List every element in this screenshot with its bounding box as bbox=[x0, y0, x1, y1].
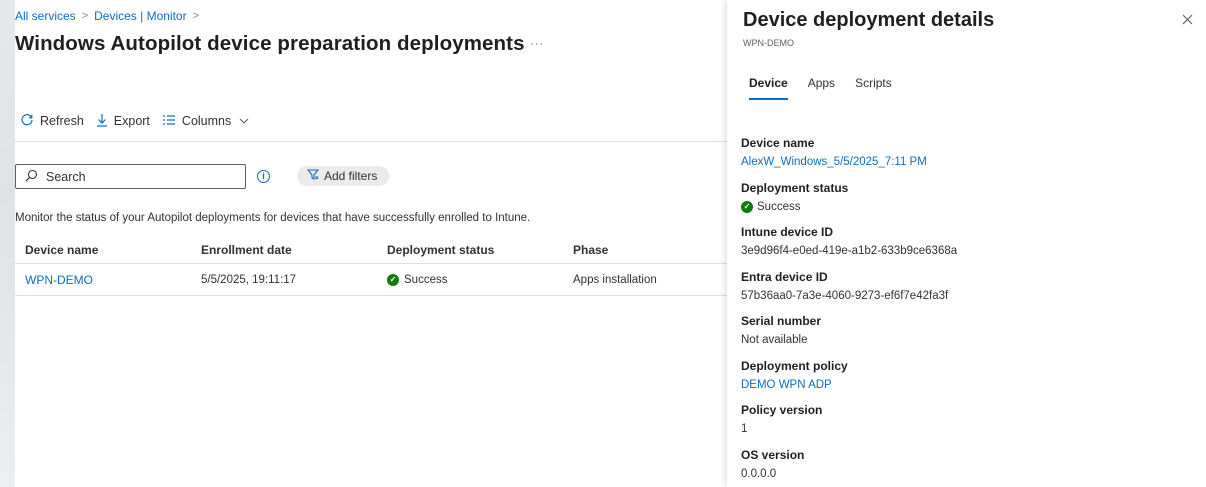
column-header-deployment-status[interactable]: Deployment status bbox=[387, 243, 573, 257]
field-label-serial-number: Serial number bbox=[741, 314, 822, 328]
column-header-device-name[interactable]: Device name bbox=[15, 243, 201, 257]
deployment-status-text: Success bbox=[404, 273, 448, 286]
page-title: Windows Autopilot device preparation dep… bbox=[15, 32, 525, 55]
column-header-enrollment-date[interactable]: Enrollment date bbox=[201, 243, 387, 257]
phase-cell: Apps installation bbox=[573, 273, 657, 286]
chevron-right-icon: > bbox=[81, 10, 89, 22]
refresh-icon bbox=[20, 113, 34, 129]
field-label-entra-device-id: Entra device ID bbox=[741, 269, 828, 284]
search-input[interactable]: Search bbox=[15, 164, 246, 189]
enrollment-date-cell: 5/5/2025, 19:11:17 bbox=[201, 273, 297, 286]
export-label: Export bbox=[113, 114, 150, 128]
breadcrumb-devices-monitor[interactable]: Devices | Monitor bbox=[94, 9, 186, 23]
refresh-button[interactable]: Refresh bbox=[20, 113, 84, 129]
divider bbox=[15, 141, 727, 142]
tab-device[interactable]: Device bbox=[749, 76, 788, 100]
columns-button[interactable]: Columns bbox=[162, 114, 249, 128]
tab-scripts[interactable]: Scripts bbox=[855, 76, 892, 100]
close-icon[interactable] bbox=[1182, 12, 1193, 30]
chevron-down-icon bbox=[239, 116, 249, 127]
field-label-deployment-policy: Deployment policy bbox=[741, 358, 848, 373]
description-text: Monitor the status of your Autopilot dep… bbox=[15, 212, 531, 224]
panel-subtitle: WPN-DEMO bbox=[743, 38, 794, 48]
field-value-device-name[interactable]: AlexW_Windows_5/5/2025_7:11 PM bbox=[741, 151, 1181, 181]
device-details: Device name AlexW_Windows_5/5/2025_7:11 … bbox=[741, 136, 1181, 487]
field-value-serial-number: Not available bbox=[741, 334, 808, 346]
add-filters-label: Add filters bbox=[324, 169, 378, 183]
search-icon bbox=[25, 169, 38, 185]
field-label-os-version: OS version bbox=[741, 447, 805, 462]
columns-label: Columns bbox=[181, 114, 232, 128]
field-label-intune-device-id: Intune device ID bbox=[741, 225, 834, 239]
search-placeholder: Search bbox=[46, 169, 86, 184]
field-label-device-name: Device name bbox=[741, 136, 815, 150]
details-panel: Device deployment details WPN-DEMO Devic… bbox=[727, 0, 1206, 487]
field-value-intune-device-id: 3e9d96f4-e0ed-419e-a1b2-633b9ce6368a bbox=[741, 245, 958, 257]
chevron-right-icon: > bbox=[192, 10, 200, 22]
field-label-policy-version: Policy version bbox=[741, 403, 823, 417]
export-button[interactable]: Export bbox=[96, 113, 150, 129]
add-filters-button[interactable]: Add filters bbox=[297, 166, 390, 186]
table-header: Device name Enrollment date Deployment s… bbox=[15, 237, 727, 264]
panel-title: Device deployment details bbox=[743, 9, 995, 31]
more-options-icon[interactable]: ··· bbox=[530, 38, 544, 50]
field-value-deployment-status: ✓ Success bbox=[741, 196, 1181, 226]
columns-icon bbox=[162, 114, 176, 128]
field-value-deployment-policy[interactable]: DEMO WPN ADP bbox=[741, 374, 1181, 404]
device-name-link[interactable]: WPN-DEMO bbox=[15, 273, 201, 287]
deployment-status-value: Success bbox=[757, 200, 801, 213]
success-check-icon: ✓ bbox=[741, 200, 753, 213]
download-icon bbox=[96, 113, 108, 129]
deployments-table: Device name Enrollment date Deployment s… bbox=[15, 237, 727, 296]
column-header-phase[interactable]: Phase bbox=[573, 243, 727, 257]
field-value-policy-version: 1 bbox=[741, 423, 748, 435]
breadcrumb: All services > Devices | Monitor > bbox=[15, 9, 199, 23]
deployment-status-cell: ✓ Success bbox=[387, 273, 573, 286]
success-check-icon: ✓ bbox=[387, 273, 399, 286]
filter-icon bbox=[306, 169, 320, 183]
refresh-label: Refresh bbox=[40, 114, 84, 128]
field-value-os-version: 0.0.0.0 bbox=[741, 467, 777, 480]
breadcrumb-all-services[interactable]: All services bbox=[15, 9, 76, 23]
tab-apps[interactable]: Apps bbox=[808, 76, 835, 100]
panel-tabs: Device Apps Scripts bbox=[749, 76, 892, 100]
table-row[interactable]: WPN-DEMO 5/5/2025, 19:11:17 ✓ Success Ap… bbox=[15, 264, 727, 296]
toolbar: Refresh Export Columns bbox=[20, 113, 261, 129]
field-value-entra-device-id: 57b36aa0-7a3e-4060-9273-ef6f7e42fa3f bbox=[741, 289, 949, 302]
field-label-deployment-status: Deployment status bbox=[741, 180, 849, 195]
info-icon[interactable]: i bbox=[257, 170, 270, 183]
